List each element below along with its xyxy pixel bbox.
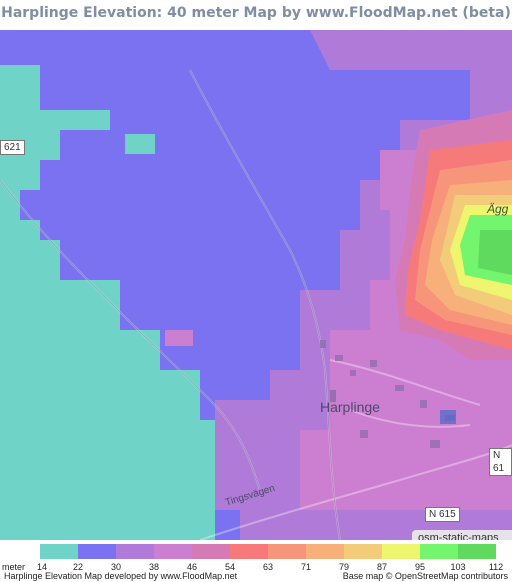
town-label: Harplinge <box>320 399 380 415</box>
legend-swatch <box>192 544 230 559</box>
legend-swatch <box>344 544 382 559</box>
legend-swatch <box>154 544 192 559</box>
legend-swatch <box>268 544 306 559</box>
elevation-legend: meter 14 22 30 38 46 54 63 71 79 87 95 103 112 Harpl… <box>0 540 512 582</box>
attribution-label: osm-static-maps <box>418 532 499 540</box>
elevation-raster <box>0 30 512 540</box>
legend-tick-label: 71 <box>300 562 311 572</box>
legend-swatch <box>116 544 154 559</box>
map-title: Harplinge Elevation: 40 meter Map by www… <box>1 5 511 21</box>
road-shield-n615: N 615 <box>425 507 460 522</box>
place-label: Ägg <box>487 202 509 216</box>
legend-swatch <box>78 544 116 559</box>
elevation-map[interactable]: Harplinge Ägg 621 N 61 N 615 Tingsvägen … <box>0 30 512 540</box>
legend-swatch <box>230 544 268 559</box>
legend-swatch <box>420 544 458 559</box>
legend-swatch <box>382 544 420 559</box>
legend-swatch <box>306 544 344 559</box>
legend-tick-label: 63 <box>262 562 273 572</box>
road-shield-621: 621 <box>0 140 25 155</box>
road-shield-n61: N 61 <box>489 448 512 476</box>
title-bar: Harplinge Elevation: 40 meter Map by www… <box>0 0 512 30</box>
footer-basemap-credit: Base map © OpenStreetMap contributors <box>342 571 508 581</box>
footer-credit: Harplinge Elevation Map developed by www… <box>4 571 238 581</box>
legend-swatch <box>40 544 78 559</box>
legend-swatch <box>458 544 496 559</box>
